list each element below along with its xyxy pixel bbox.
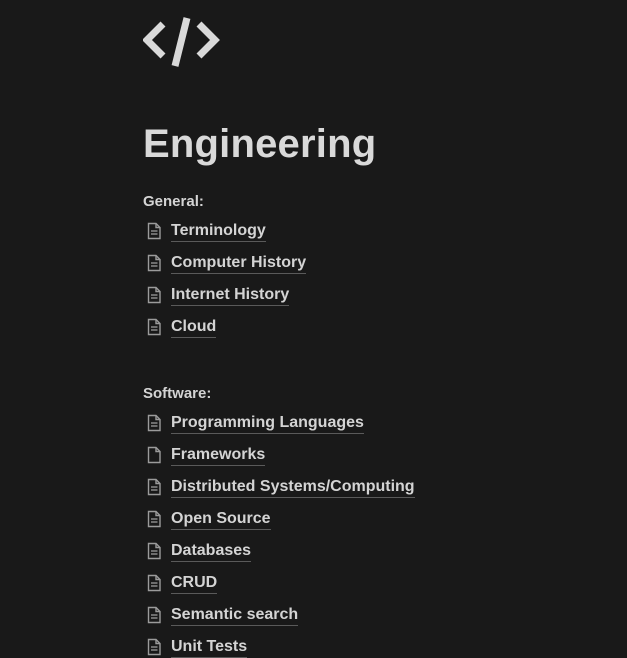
page-link-label[interactable]: Terminology	[171, 222, 266, 242]
page-link-label[interactable]: Cloud	[171, 318, 217, 338]
document-icon	[146, 606, 164, 626]
section-heading-general: General:	[143, 193, 204, 210]
document-icon	[146, 414, 164, 434]
section-heading-software: Software:	[143, 385, 212, 402]
page-link-label[interactable]: Open Source	[171, 510, 271, 530]
page-link-label[interactable]: Computer History	[171, 254, 307, 274]
page-link-terminology[interactable]: Terminology	[143, 216, 306, 248]
document-icon	[146, 542, 164, 562]
page-link-label[interactable]: Internet History	[171, 286, 290, 306]
page-link-label[interactable]: Unit Tests	[171, 638, 248, 658]
code-brackets-icon[interactable]	[142, 14, 223, 70]
page-link-label[interactable]: Databases	[171, 542, 252, 562]
document-icon	[146, 318, 164, 338]
page-link-semantic-search[interactable]: Semantic search	[143, 600, 415, 632]
page-link-unit-tests[interactable]: Unit Tests	[143, 632, 415, 658]
page-link-label[interactable]: CRUD	[171, 574, 218, 594]
page-link-internet-history[interactable]: Internet History	[143, 280, 306, 312]
page-link-label[interactable]: Semantic search	[171, 606, 299, 626]
page-link-frameworks[interactable]: Frameworks	[143, 440, 415, 472]
document-icon	[146, 222, 164, 242]
document-icon	[146, 478, 164, 498]
software-link-list: Programming Languages Frameworks Distrib…	[143, 408, 415, 658]
document-icon	[146, 638, 164, 658]
blank-document-icon	[146, 446, 164, 466]
document-icon	[146, 254, 164, 274]
document-icon	[146, 286, 164, 306]
page-link-databases[interactable]: Databases	[143, 536, 415, 568]
page-link-computer-history[interactable]: Computer History	[143, 248, 307, 280]
general-link-list: Terminology Computer History Internet Hi…	[143, 216, 307, 344]
page-link-label[interactable]: Programming Languages	[171, 414, 364, 434]
page-link-label[interactable]: Frameworks	[171, 446, 266, 466]
page-link-open-source[interactable]: Open Source	[143, 504, 415, 536]
document-icon	[146, 510, 164, 530]
page-link-programming-languages[interactable]: Programming Languages	[143, 408, 415, 440]
page-link-cloud[interactable]: Cloud	[143, 312, 306, 344]
page-link-crud[interactable]: CRUD	[143, 568, 415, 600]
page-link-label[interactable]: Distributed Systems/Computing	[171, 478, 415, 498]
document-icon	[146, 574, 164, 594]
page-link-distributed-systems[interactable]: Distributed Systems/Computing	[143, 472, 415, 504]
page-title: Engineering	[143, 122, 377, 166]
